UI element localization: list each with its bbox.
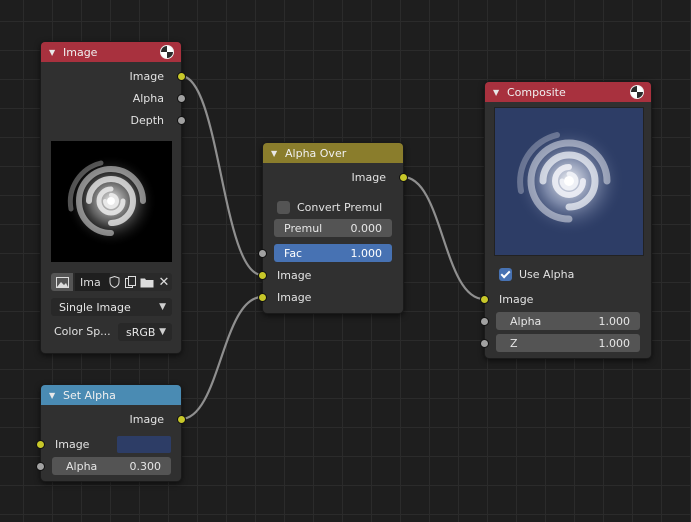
set-alpha-image-input-label: Image [55,438,90,451]
open-folder-icon[interactable] [139,273,155,291]
set-alpha-alpha-field[interactable]: Alpha 0.300 [52,457,171,475]
composite-alpha-value: 1.000 [598,314,631,328]
composite-preview [494,107,644,256]
premul-label: Premul [284,221,323,235]
fake-user-shield-icon[interactable] [107,273,122,291]
composite-alpha-label: Alpha [510,314,542,328]
image-node-header[interactable]: ▼ Image [41,42,181,62]
set-alpha-alpha-label: Alpha [66,459,98,473]
set-alpha-node-title: Set Alpha [63,388,116,402]
composite-z-label: Z [510,336,518,350]
set-alpha-alpha-input-socket[interactable] [36,462,45,471]
composite-z-value: 1.000 [598,336,631,350]
set-alpha-alpha-value: 0.300 [129,459,162,473]
alpha-over-image-input-2-label: Image [277,291,312,304]
composite-image-input-socket[interactable] [480,295,489,304]
render-preview-icon[interactable] [160,45,174,59]
image-browse-icon[interactable] [51,273,73,291]
alpha-over-output-label: Image [351,171,386,184]
color-space-value: sRGB [126,325,156,339]
fac-value: 1.000 [350,246,383,260]
fac-field[interactable]: Fac 1.000 [274,244,392,262]
composite-node[interactable]: ▼ Composite Use Alpha Image Alpha 1.000 … [480,81,652,359]
set-alpha-output-socket[interactable] [177,415,186,424]
image-name-field[interactable]: Ima [75,273,110,291]
depth-output-label: Depth [130,114,164,127]
premul-value: 0.000 [350,221,383,235]
set-alpha-image-color-swatch[interactable] [117,436,171,453]
render-preview-icon[interactable] [630,85,644,99]
fac-label: Fac [284,246,303,260]
image-node-title: Image [63,45,98,59]
alpha-over-node-header[interactable]: ▼ Alpha Over [263,143,403,163]
unlink-image-icon[interactable]: ✕ [156,273,172,291]
image-preview [51,141,172,262]
set-alpha-image-input-socket[interactable] [36,440,45,449]
swirl-composite-image [514,126,624,236]
fac-input-socket[interactable] [258,249,267,258]
composite-image-input-label: Image [499,293,534,306]
image-output-socket[interactable] [177,72,186,81]
alpha-over-output-socket[interactable] [399,173,408,182]
collapse-triangle-icon[interactable]: ▼ [493,88,501,97]
alpha-over-node-title: Alpha Over [285,146,347,160]
image-datablock-selector[interactable]: Ima ✕ [51,273,172,291]
alpha-over-node[interactable]: ▼ Alpha Over Image Convert Premul Premul… [258,142,408,314]
convert-premul-checkbox[interactable] [277,201,290,214]
alpha-over-image-input-1-label: Image [277,269,312,282]
chevron-down-icon: ▼ [159,327,166,337]
image-node[interactable]: ▼ Image Image Alpha Depth Ima ✕ Single I… [40,41,186,354]
set-alpha-node-header[interactable]: ▼ Set Alpha [41,385,181,405]
composite-node-header[interactable]: ▼ Composite [485,82,651,102]
image-source-dropdown[interactable]: Single Image ▼ [51,298,172,316]
color-space-dropdown[interactable]: sRGB ▼ [118,323,172,341]
collapse-triangle-icon[interactable]: ▼ [49,48,57,57]
link-alpha-over-to-composite [402,175,485,301]
set-alpha-output-label: Image [129,413,164,426]
use-alpha-label: Use Alpha [519,268,575,281]
premul-field[interactable]: Premul 0.000 [274,219,392,237]
depth-output-socket[interactable] [177,116,186,125]
alpha-over-image-input-2-socket[interactable] [258,293,267,302]
composite-node-title: Composite [507,85,566,99]
use-alpha-checkbox[interactable] [499,268,512,281]
color-space-label: Color Sp... [54,325,111,338]
link-image-to-alpha-over [180,74,263,277]
composite-alpha-input-socket[interactable] [480,317,489,326]
collapse-triangle-icon[interactable]: ▼ [49,391,57,400]
duplicate-image-icon[interactable] [123,273,138,291]
convert-premul-label: Convert Premul [297,201,383,214]
image-output-label: Image [129,70,164,83]
composite-z-field[interactable]: Z 1.000 [496,334,640,352]
alpha-output-label: Alpha [132,92,164,105]
link-set-alpha-to-alpha-over [180,295,263,421]
set-alpha-node[interactable]: ▼ Set Alpha Image Image Alpha 0.300 [36,384,186,482]
image-source-value: Single Image [59,300,131,314]
alpha-output-socket[interactable] [177,94,186,103]
composite-alpha-field[interactable]: Alpha 1.000 [496,312,640,330]
composite-z-input-socket[interactable] [480,339,489,348]
alpha-over-image-input-1-socket[interactable] [258,271,267,280]
chevron-down-icon: ▼ [159,302,166,312]
swirl-image [65,155,157,247]
collapse-triangle-icon[interactable]: ▼ [271,149,279,158]
